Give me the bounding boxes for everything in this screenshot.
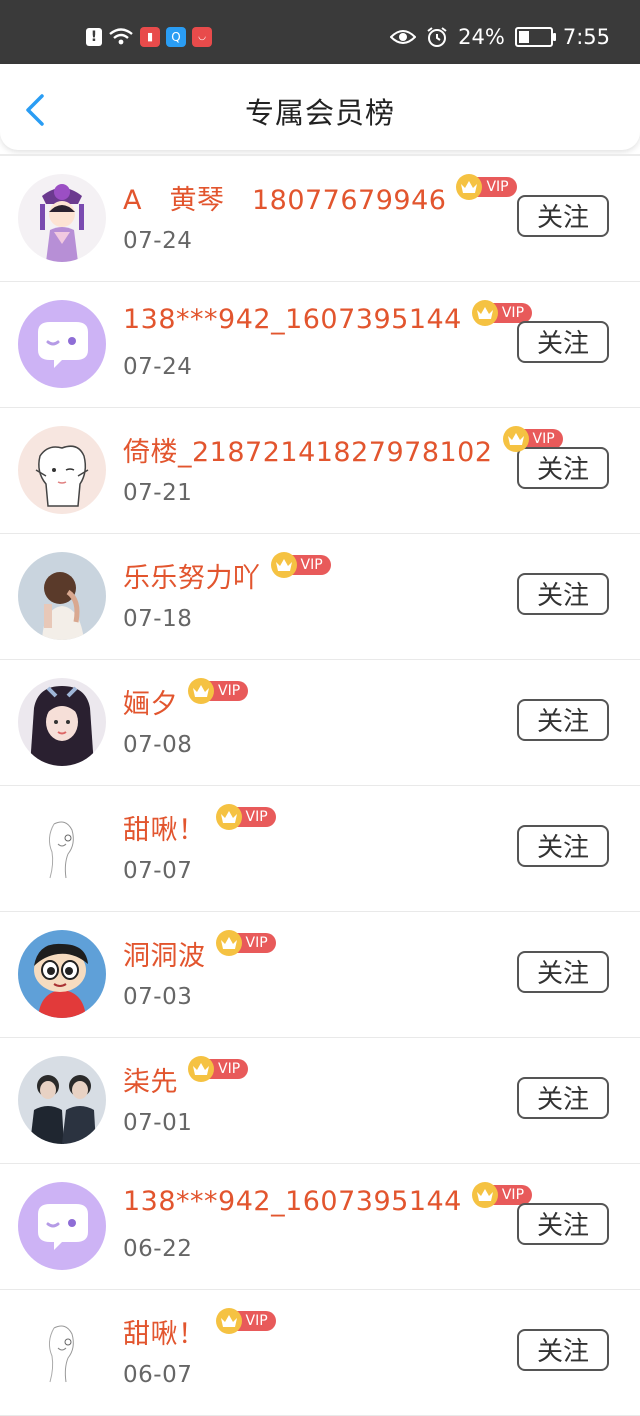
member-name[interactable]: 柒先 [123, 1060, 178, 1099]
crown-icon [502, 426, 529, 452]
vip-badge: VIP [456, 174, 517, 200]
member-name[interactable]: 倚楼_21872141827978102 [123, 430, 493, 469]
member-row[interactable]: 倚楼_21872141827978102 VIP 07-21 关注 [0, 408, 640, 534]
member-date: 07-21 [123, 480, 193, 506]
member-name[interactable]: A 黄琴 18077679946 [123, 178, 446, 217]
follow-button[interactable]: 关注 [517, 825, 609, 867]
status-bar: ! ▮ Q ◡ 24% 7:55 [0, 0, 640, 64]
member-name[interactable]: 甜啾！ [123, 808, 206, 847]
follow-button[interactable]: 关注 [517, 573, 609, 615]
alarm-icon [427, 27, 447, 47]
vip-badge: VIP [188, 1056, 249, 1082]
member-date: 07-07 [123, 858, 193, 884]
eye-icon [390, 30, 417, 44]
avatar[interactable] [18, 426, 106, 514]
follow-button[interactable]: 关注 [517, 951, 609, 993]
member-row[interactable]: 婳夕 VIP 07-08 关注 [0, 660, 640, 786]
battery-icon [514, 27, 556, 47]
member-name-line: 138***942_1607395144 VIP [123, 1182, 533, 1217]
page-title: 专属会员榜 [244, 96, 395, 130]
search-app-icon: Q [166, 27, 186, 47]
avatar[interactable] [18, 930, 106, 1018]
follow-button[interactable]: 关注 [517, 321, 609, 363]
vip-badge: VIP [215, 1308, 276, 1334]
follow-button[interactable]: 关注 [517, 1329, 609, 1371]
member-date: 07-24 [123, 354, 193, 380]
page-header: 专属会员榜 [0, 64, 640, 150]
member-name[interactable]: 138***942_1607395144 [123, 1186, 462, 1217]
member-name-line: 乐乐努力吖 VIP [123, 552, 331, 595]
member-row[interactable]: 138***942_1607395144 VIP 07-24 关注 [0, 282, 640, 408]
crown-icon [471, 1182, 498, 1208]
vip-badge: VIP [188, 678, 249, 704]
follow-button[interactable]: 关注 [517, 447, 609, 489]
member-date: 07-24 [123, 228, 193, 254]
clock: 7:55 [562, 25, 610, 49]
status-right: 24% 7:55 [390, 25, 610, 49]
member-name[interactable]: 甜啾！ [123, 1312, 206, 1351]
member-name-line: 倚楼_21872141827978102 VIP [123, 426, 563, 469]
member-date: 06-07 [123, 1362, 193, 1388]
status-left-icons: ! ▮ Q ◡ [86, 27, 212, 47]
avatar[interactable] [18, 1308, 106, 1396]
crown-icon [215, 930, 242, 956]
member-date: 06-22 [123, 1236, 193, 1262]
avatar[interactable] [18, 300, 106, 388]
avatar[interactable] [18, 804, 106, 892]
crown-icon [270, 552, 297, 578]
follow-button[interactable]: 关注 [517, 195, 609, 237]
crown-icon [188, 1056, 214, 1082]
wifi-icon [109, 28, 133, 45]
crown-icon [471, 300, 498, 326]
warning-icon: ! [86, 28, 102, 46]
member-date: 07-08 [123, 732, 193, 758]
member-name-line: 甜啾！ VIP [123, 1308, 276, 1351]
avatar[interactable] [18, 174, 106, 262]
member-name-line: A 黄琴 18077679946 VIP [123, 174, 517, 217]
member-row[interactable]: A 黄琴 18077679946 VIP 07-24 关注 [0, 156, 640, 282]
follow-button[interactable]: 关注 [517, 699, 609, 741]
member-name[interactable]: 138***942_1607395144 [123, 304, 462, 335]
battery-percent: 24% [458, 25, 505, 49]
app-icon: ▮ [140, 27, 160, 47]
member-name-line: 甜啾！ VIP [123, 804, 276, 847]
follow-button[interactable]: 关注 [517, 1077, 609, 1119]
member-list: A 黄琴 18077679946 VIP 07-24 关注 138***942_… [0, 156, 640, 1416]
vip-badge: VIP [270, 552, 331, 578]
member-date: 07-18 [123, 606, 193, 632]
member-name[interactable]: 婳夕 [123, 682, 178, 721]
member-name[interactable]: 洞洞波 [123, 934, 206, 973]
member-name[interactable]: 乐乐努力吖 [123, 556, 261, 595]
member-name-line: 洞洞波 VIP [123, 930, 276, 973]
follow-button[interactable]: 关注 [517, 1203, 609, 1245]
avatar[interactable] [18, 1182, 106, 1270]
member-date: 07-01 [123, 1110, 193, 1136]
avatar[interactable] [18, 678, 106, 766]
vip-badge: VIP [215, 930, 276, 956]
avatar[interactable] [18, 552, 106, 640]
member-row[interactable]: 柒先 VIP 07-01 关注 [0, 1038, 640, 1164]
crown-icon [215, 804, 242, 830]
member-name-line: 138***942_1607395144 VIP [123, 300, 533, 335]
avatar[interactable] [18, 1056, 106, 1144]
huawei-app-icon: ◡ [192, 27, 212, 47]
member-name-line: 柒先 VIP [123, 1056, 249, 1099]
member-row[interactable]: 甜啾！ VIP 07-07 关注 [0, 786, 640, 912]
member-row[interactable]: 甜啾！ VIP 06-07 关注 [0, 1290, 640, 1416]
vip-badge: VIP [215, 804, 276, 830]
member-row[interactable]: 乐乐努力吖 VIP 07-18 关注 [0, 534, 640, 660]
member-date: 07-03 [123, 984, 193, 1010]
crown-icon [188, 678, 214, 704]
member-row[interactable]: 洞洞波 VIP 07-03 关注 [0, 912, 640, 1038]
crown-icon [215, 1308, 242, 1334]
member-name-line: 婳夕 VIP [123, 678, 249, 721]
member-row[interactable]: 138***942_1607395144 VIP 06-22 关注 [0, 1164, 640, 1290]
